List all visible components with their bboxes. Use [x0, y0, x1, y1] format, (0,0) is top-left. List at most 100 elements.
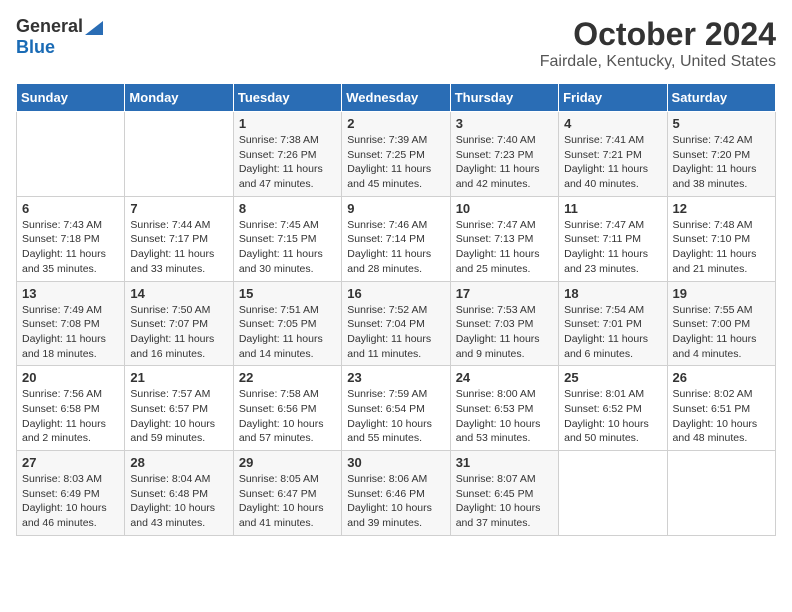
calendar-cell: 20Sunrise: 7:56 AMSunset: 6:58 PMDayligh… [17, 366, 125, 451]
sunrise-text: Sunrise: 7:58 AM [239, 388, 319, 400]
calendar-cell: 22Sunrise: 7:58 AMSunset: 6:56 PMDayligh… [233, 366, 341, 451]
calendar-header: SundayMondayTuesdayWednesdayThursdayFrid… [17, 84, 776, 112]
sunset-text: Sunset: 6:49 PM [22, 488, 100, 500]
daylight-text: Daylight: 11 hours and 30 minutes. [239, 248, 323, 275]
day-info: Sunrise: 7:42 AMSunset: 7:20 PMDaylight:… [673, 133, 770, 192]
calendar-cell: 11Sunrise: 7:47 AMSunset: 7:11 PMDayligh… [559, 196, 667, 281]
sunset-text: Sunset: 7:26 PM [239, 149, 317, 161]
sunset-text: Sunset: 7:04 PM [347, 318, 425, 330]
sunrise-text: Sunrise: 8:04 AM [130, 473, 210, 485]
calendar-cell: 3Sunrise: 7:40 AMSunset: 7:23 PMDaylight… [450, 112, 558, 197]
sunset-text: Sunset: 7:14 PM [347, 233, 425, 245]
calendar-cell: 27Sunrise: 8:03 AMSunset: 6:49 PMDayligh… [17, 451, 125, 536]
day-info: Sunrise: 7:39 AMSunset: 7:25 PMDaylight:… [347, 133, 444, 192]
calendar-cell: 25Sunrise: 8:01 AMSunset: 6:52 PMDayligh… [559, 366, 667, 451]
sunrise-text: Sunrise: 8:03 AM [22, 473, 102, 485]
calendar-cell: 16Sunrise: 7:52 AMSunset: 7:04 PMDayligh… [342, 281, 450, 366]
page-subtitle: Fairdale, Kentucky, United States [540, 53, 776, 71]
title-block: October 2024 Fairdale, Kentucky, United … [540, 16, 776, 71]
daylight-text: Daylight: 10 hours and 37 minutes. [456, 502, 541, 529]
calendar-cell: 28Sunrise: 8:04 AMSunset: 6:48 PMDayligh… [125, 451, 233, 536]
calendar-cell [559, 451, 667, 536]
weekday-header: Wednesday [342, 84, 450, 112]
day-info: Sunrise: 7:44 AMSunset: 7:17 PMDaylight:… [130, 218, 227, 277]
sunset-text: Sunset: 6:52 PM [564, 403, 642, 415]
day-info: Sunrise: 7:55 AMSunset: 7:00 PMDaylight:… [673, 303, 770, 362]
calendar-cell: 21Sunrise: 7:57 AMSunset: 6:57 PMDayligh… [125, 366, 233, 451]
sunrise-text: Sunrise: 7:44 AM [130, 219, 210, 231]
daylight-text: Daylight: 11 hours and 11 minutes. [347, 333, 431, 360]
daylight-text: Daylight: 11 hours and 18 minutes. [22, 333, 106, 360]
sunset-text: Sunset: 7:10 PM [673, 233, 751, 245]
daylight-text: Daylight: 10 hours and 48 minutes. [673, 418, 758, 445]
calendar-cell: 8 Sunrise: 7:45 AMSunset: 7:15 PMDaylight… [233, 196, 341, 281]
calendar-cell: 30 Sunrise: 8:06 AMSunset: 6:46 PMDayligh… [342, 451, 450, 536]
sunrise-text: Sunrise: 7:45 AM [239, 219, 319, 231]
day-number: 14 [130, 286, 227, 301]
sunset-text: Sunset: 7:11 PM [564, 233, 641, 245]
day-info: Sunrise: 7:45 AMSunset: 7:15 PMDaylight:… [239, 218, 336, 277]
daylight-text: Daylight: 11 hours and 14 minutes. [239, 333, 323, 360]
calendar-cell: 1Sunrise: 7:38 AMSunset: 7:26 PMDaylight… [233, 112, 341, 197]
logo-general: General [16, 16, 83, 37]
daylight-text: Daylight: 11 hours and 25 minutes. [456, 248, 540, 275]
daylight-text: Daylight: 11 hours and 6 minutes. [564, 333, 648, 360]
day-info: Sunrise: 8:06 AMSunset: 6:46 PMDaylight:… [347, 472, 444, 531]
sunset-text: Sunset: 6:54 PM [347, 403, 425, 415]
sunrise-text: Sunrise: 7:41 AM [564, 134, 644, 146]
daylight-text: Daylight: 11 hours and 9 minutes. [456, 333, 540, 360]
daylight-text: Daylight: 10 hours and 53 minutes. [456, 418, 541, 445]
sunset-text: Sunset: 7:07 PM [130, 318, 208, 330]
sunrise-text: Sunrise: 8:07 AM [456, 473, 536, 485]
day-info: Sunrise: 7:57 AMSunset: 6:57 PMDaylight:… [130, 387, 227, 446]
daylight-text: Daylight: 10 hours and 55 minutes. [347, 418, 432, 445]
daylight-text: Daylight: 10 hours and 57 minutes. [239, 418, 324, 445]
daylight-text: Daylight: 11 hours and 2 minutes. [22, 418, 106, 445]
day-number: 20 [22, 370, 119, 385]
sunrise-text: Sunrise: 7:39 AM [347, 134, 427, 146]
sunset-text: Sunset: 7:18 PM [22, 233, 100, 245]
sunrise-text: Sunrise: 7:59 AM [347, 388, 427, 400]
day-number: 8 [239, 201, 336, 216]
day-number: 26 [673, 370, 770, 385]
sunset-text: Sunset: 7:03 PM [456, 318, 534, 330]
calendar-cell: 19Sunrise: 7:55 AMSunset: 7:00 PMDayligh… [667, 281, 775, 366]
day-info: Sunrise: 8:01 AMSunset: 6:52 PMDaylight:… [564, 387, 661, 446]
calendar-week: 13Sunrise: 7:49 AMSunset: 7:08 PMDayligh… [17, 281, 776, 366]
sunrise-text: Sunrise: 7:52 AM [347, 304, 427, 316]
day-info: Sunrise: 7:43 AMSunset: 7:18 PMDaylight:… [22, 218, 119, 277]
daylight-text: Daylight: 11 hours and 42 minutes. [456, 163, 540, 190]
daylight-text: Daylight: 10 hours and 59 minutes. [130, 418, 215, 445]
sunset-text: Sunset: 7:13 PM [456, 233, 534, 245]
sunrise-text: Sunrise: 7:53 AM [456, 304, 536, 316]
sunrise-text: Sunrise: 7:51 AM [239, 304, 319, 316]
day-info: Sunrise: 7:53 AM Sunset: 7:03 PM Daylight:… [456, 303, 553, 362]
calendar-cell: 9Sunrise: 7:46 AMSunset: 7:14 PMDaylight… [342, 196, 450, 281]
sunrise-text: Sunrise: 7:56 AM [22, 388, 102, 400]
sunset-text: Sunset: 7:00 PM [673, 318, 751, 330]
sunset-text: Sunset: 6:45 PM [456, 488, 534, 500]
daylight-text: Daylight: 11 hours and 47 minutes. [239, 163, 323, 190]
sunrise-text: Sunrise: 8:01 AM [564, 388, 644, 400]
day-number: 6 [22, 201, 119, 216]
sunset-text: Sunset: 7:25 PM [347, 149, 425, 161]
daylight-text: Daylight: 10 hours and 43 minutes. [130, 502, 215, 529]
day-number: 1 [239, 116, 336, 131]
weekday-header-row: SundayMondayTuesdayWednesdayThursdayFrid… [17, 84, 776, 112]
day-info: Sunrise: 8:03 AMSunset: 6:49 PMDaylight:… [22, 472, 119, 531]
day-number: 22 [239, 370, 336, 385]
calendar-week: 6 Sunrise: 7:43 AMSunset: 7:18 PMDaylight… [17, 196, 776, 281]
daylight-text: Daylight: 11 hours and 40 minutes. [564, 163, 648, 190]
sunrise-text: Sunrise: 8:06 AM [347, 473, 427, 485]
sunrise-text: Sunrise: 8:02 AM [673, 388, 753, 400]
day-number: 30 [347, 455, 444, 470]
daylight-text: Daylight: 11 hours and 35 minutes. [22, 248, 106, 275]
sunrise-text: Sunrise: 8:00 AM [456, 388, 536, 400]
day-number: 12 [673, 201, 770, 216]
day-number: 10 [456, 201, 553, 216]
day-number: 29 [239, 455, 336, 470]
day-number: 27 [22, 455, 119, 470]
day-number: 4 [564, 116, 661, 131]
page-header: General Blue October 2024 Fairdale, Kent… [16, 16, 776, 71]
daylight-text: Daylight: 10 hours and 41 minutes. [239, 502, 324, 529]
